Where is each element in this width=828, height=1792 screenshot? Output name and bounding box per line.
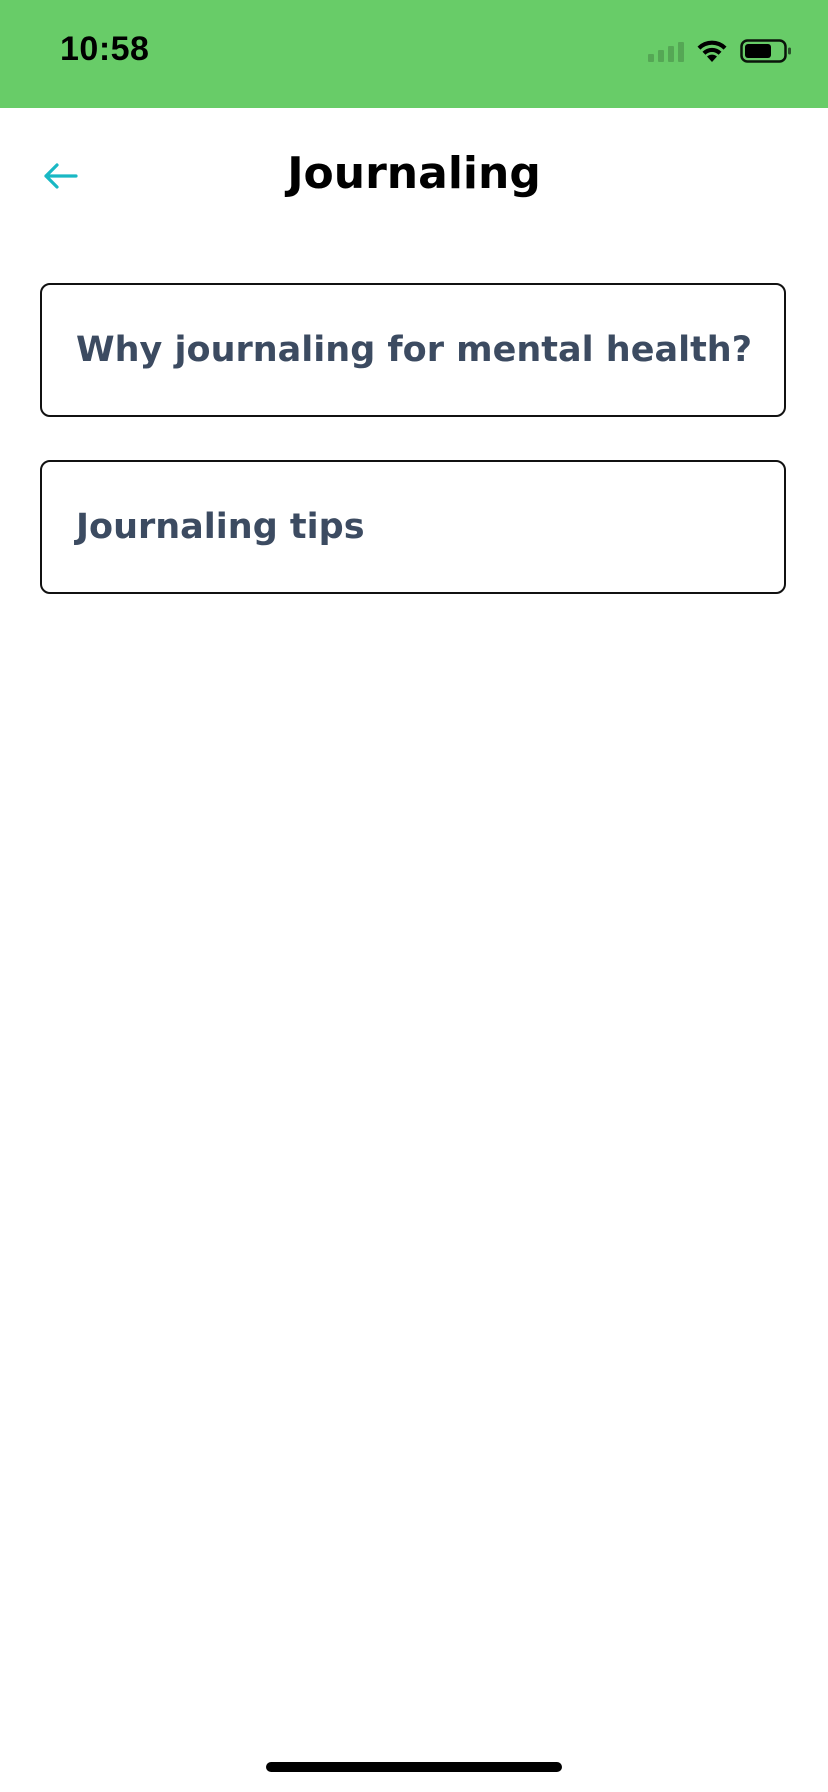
list-item-label: Journaling tips (76, 507, 365, 547)
status-time: 10:58 (60, 30, 150, 68)
home-indicator[interactable] (266, 1762, 562, 1772)
page-title: Journaling (287, 148, 541, 199)
nav-header: Journaling (0, 108, 828, 248)
status-icons (648, 36, 792, 66)
list-item-journaling-tips[interactable]: Journaling tips (40, 460, 786, 594)
cellular-signal-icon (648, 40, 684, 62)
battery-icon (740, 39, 791, 63)
list-item-why-journaling[interactable]: Why journaling for mental health? (40, 283, 786, 417)
list-item-label: Why journaling for mental health? (76, 330, 753, 370)
wifi-icon (697, 40, 727, 62)
status-bar: 10:58 (0, 0, 828, 108)
